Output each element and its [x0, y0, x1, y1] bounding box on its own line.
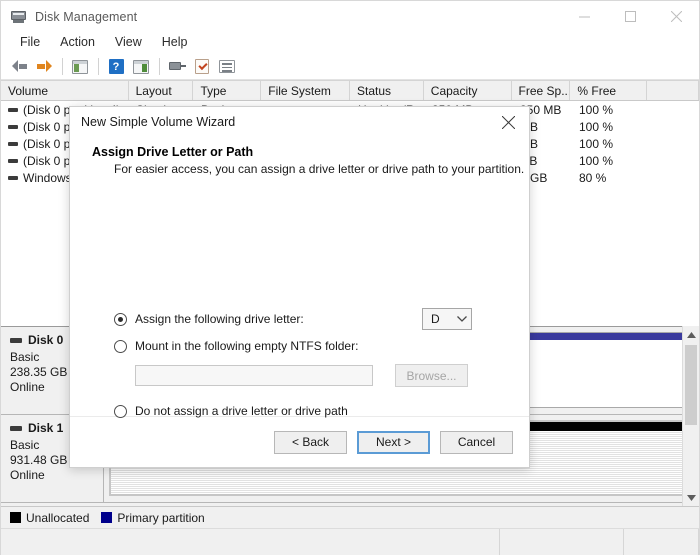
- disk-name-text-0: Disk 0: [28, 333, 64, 347]
- forward-arrow-icon[interactable]: [32, 56, 56, 78]
- help-glyph: ?: [108, 59, 124, 74]
- column-header-capacity[interactable]: Capacity: [424, 81, 512, 100]
- volume-icon: [8, 141, 18, 146]
- next-button[interactable]: Next >: [357, 430, 430, 454]
- dialog-title: New Simple Volume Wizard: [81, 115, 236, 129]
- menu-item-view[interactable]: View: [105, 33, 152, 52]
- scroll-up-icon[interactable]: [683, 326, 699, 343]
- disk-name-text-1: Disk 1: [28, 421, 64, 435]
- browse-button[interactable]: Browse...: [395, 364, 468, 387]
- statusbar: [1, 528, 699, 555]
- disk-management-window: Disk Management File Action View Help ? …: [0, 0, 700, 555]
- legend-item-primary-partition: Primary partition: [101, 510, 205, 525]
- dialog-titlebar: New Simple Volume Wizard: [70, 107, 529, 137]
- back-button[interactable]: < Back: [274, 430, 347, 454]
- window-controls: [561, 1, 699, 32]
- minimize-button[interactable]: [561, 1, 607, 32]
- cancel-button[interactable]: Cancel: [440, 430, 513, 454]
- drive-letter-dropdown[interactable]: D: [422, 308, 472, 330]
- dialog-heading: Assign Drive Letter or Path: [92, 145, 254, 159]
- close-button[interactable]: [653, 1, 699, 32]
- legend-item-unallocated: Unallocated: [10, 511, 89, 525]
- volume-list-header: Volume Layout Type File System Status Ca…: [1, 80, 700, 101]
- column-header-status[interactable]: Status: [350, 81, 424, 100]
- toolbar-separator: [62, 58, 63, 75]
- menu-item-file[interactable]: File: [10, 33, 50, 52]
- option-label-assign-drive-letter: Assign the following drive letter:: [135, 312, 304, 326]
- dialog-subheading: For easier access, you can assign a driv…: [114, 162, 525, 176]
- cell-percent-free: 100 %: [579, 119, 614, 134]
- scroll-down-icon[interactable]: [683, 489, 699, 506]
- disk-management-icon: [11, 9, 27, 25]
- dialog-header: Assign Drive Letter or Path For easier a…: [70, 137, 529, 176]
- dialog-body: Assign the following drive letter: D Mou…: [70, 176, 529, 418]
- show-hide-action-pane-icon[interactable]: [129, 56, 153, 78]
- titlebar: Disk Management: [1, 1, 699, 32]
- volume-icon: [8, 107, 18, 112]
- cell-percent-free: 100 %: [579, 136, 614, 151]
- disk-state-1: Online: [10, 468, 45, 482]
- disk-icon: [10, 337, 22, 343]
- dialog-footer: < Back Next > Cancel: [70, 416, 529, 467]
- option-mount-ntfs-folder[interactable]: Mount in the following empty NTFS folder…: [114, 339, 358, 353]
- statusbar-cell-main: [1, 529, 500, 555]
- dialog-close-icon[interactable]: [487, 107, 529, 137]
- volume-icon: [8, 175, 18, 180]
- column-header-blank[interactable]: [647, 81, 700, 100]
- new-simple-volume-wizard-dialog: New Simple Volume Wizard Assign Drive Le…: [69, 106, 530, 468]
- cell-percent-free: 80 %: [579, 170, 607, 185]
- legend-label-primary-partition: Primary partition: [117, 510, 205, 525]
- rescan-disks-icon[interactable]: [165, 56, 189, 78]
- disk-panel-scrollbar[interactable]: [682, 326, 699, 506]
- volume-icon: [8, 158, 18, 163]
- show-hide-console-tree-icon[interactable]: [68, 56, 92, 78]
- all-tasks-icon[interactable]: [215, 56, 239, 78]
- legend-swatch-primary-partition: [101, 512, 113, 523]
- scrollbar-thumb[interactable]: [685, 345, 697, 425]
- menu-item-help[interactable]: Help: [152, 33, 198, 52]
- cell-percent-free: 100 %: [579, 153, 614, 168]
- cell-volume-text: Windows: [23, 170, 72, 185]
- statusbar-cell-tertiary: [624, 529, 699, 555]
- volume-icon: [8, 124, 18, 129]
- column-header-free-space[interactable]: Free Sp...: [512, 81, 571, 100]
- legend-swatch-unallocated: [10, 512, 21, 523]
- column-header-percent-free[interactable]: % Free: [570, 81, 648, 100]
- toolbar: ?: [1, 54, 699, 80]
- help-icon[interactable]: ?: [104, 56, 128, 78]
- maximize-button[interactable]: [607, 1, 653, 32]
- drive-letter-value: D: [431, 312, 440, 326]
- statusbar-cell-secondary: [500, 529, 625, 555]
- cell-percent-free: 100 %: [579, 102, 614, 117]
- toolbar-separator: [159, 58, 160, 75]
- radio-mount-ntfs-folder[interactable]: [114, 339, 127, 353]
- menu-item-action[interactable]: Action: [50, 33, 105, 52]
- radio-do-not-assign[interactable]: [114, 404, 127, 418]
- menubar: File Action View Help: [1, 32, 699, 54]
- option-assign-drive-letter[interactable]: Assign the following drive letter: D: [114, 308, 529, 330]
- option-do-not-assign[interactable]: Do not assign a drive letter or drive pa…: [114, 404, 348, 418]
- radio-assign-drive-letter[interactable]: [114, 312, 127, 326]
- legend-label-unallocated: Unallocated: [26, 510, 90, 525]
- disk-icon: [10, 425, 22, 431]
- column-header-type[interactable]: Type: [193, 81, 262, 100]
- column-header-volume[interactable]: Volume: [1, 81, 129, 100]
- mount-path-input[interactable]: [135, 365, 373, 386]
- column-header-file-system[interactable]: File System: [261, 81, 350, 100]
- mount-path-field[interactable]: [135, 365, 373, 386]
- toolbar-separator: [98, 58, 99, 75]
- legend: Unallocated Primary partition: [1, 506, 699, 528]
- chevron-down-icon: [453, 316, 471, 322]
- column-header-layout[interactable]: Layout: [129, 81, 194, 100]
- back-arrow-icon[interactable]: [7, 56, 31, 78]
- option-label-do-not-assign: Do not assign a drive letter or drive pa…: [135, 404, 348, 418]
- properties-icon[interactable]: [190, 56, 214, 78]
- window-title: Disk Management: [35, 9, 138, 24]
- option-label-mount-ntfs-folder: Mount in the following empty NTFS folder…: [135, 339, 359, 353]
